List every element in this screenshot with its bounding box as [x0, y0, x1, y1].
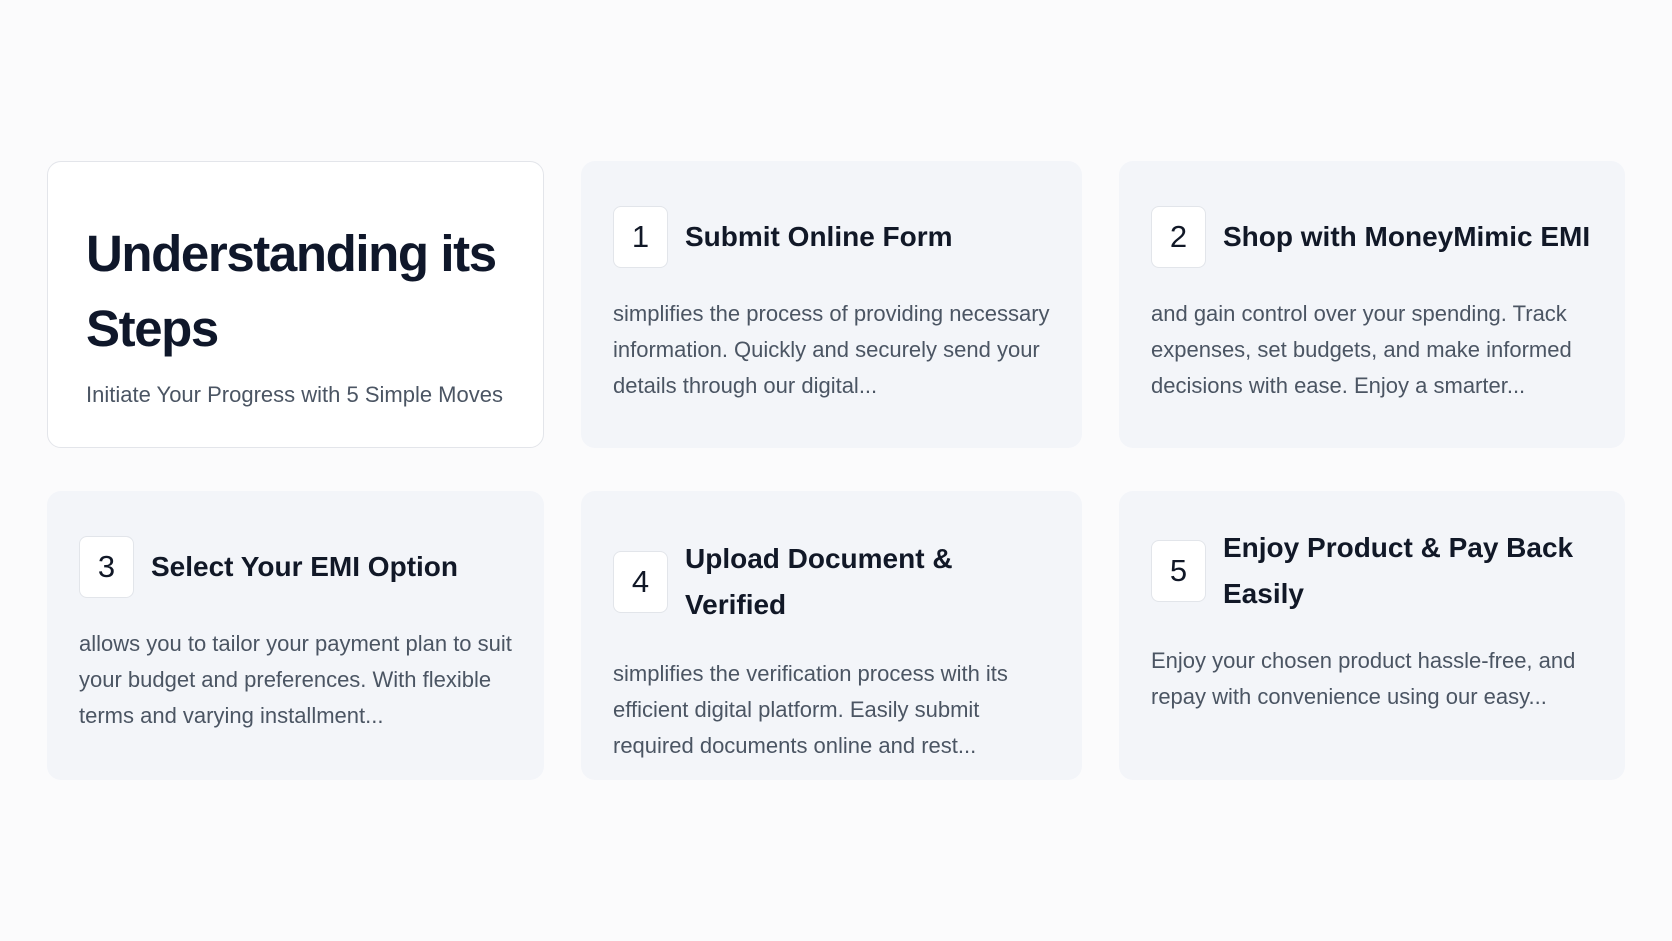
step-card-2: 2 Shop with MoneyMimic EMI and gain cont… — [1119, 161, 1625, 448]
step-number-badge: 3 — [79, 536, 134, 598]
step-card-5: 5 Enjoy Product & Pay Back Easily Enjoy … — [1119, 491, 1625, 780]
step-title: Enjoy Product & Pay Back Easily — [1223, 532, 1574, 609]
step-title: Shop with MoneyMimic EMI — [1223, 221, 1591, 252]
step-card-4: 4 Upload Document & Verified simplifies … — [581, 491, 1082, 780]
step-card-1: 1 Submit Online Form simplifies the proc… — [581, 161, 1082, 448]
step-title: Submit Online Form — [685, 221, 953, 252]
step-header: 3 Select Your EMI Option — [79, 536, 512, 598]
step-number-badge: 1 — [613, 206, 668, 268]
step-description: allows you to tailor your payment plan t… — [79, 631, 512, 728]
step-number-badge: 2 — [1151, 206, 1206, 268]
step-title: Select Your EMI Option — [151, 551, 459, 582]
section-subtitle: Initiate Your Progress with 5 Simple Mov… — [86, 382, 503, 407]
step-description: Enjoy your chosen product hassle-free, a… — [1151, 648, 1576, 709]
step-header: 1 Submit Online Form — [613, 206, 1050, 268]
step-card-3: 3 Select Your EMI Option allows you to t… — [47, 491, 544, 780]
step-title: Upload Document & Verified — [685, 543, 953, 620]
step-number-badge: 4 — [613, 551, 668, 613]
intro-card: Understanding its Steps Initiate Your Pr… — [47, 161, 544, 448]
step-header: 4 Upload Document & Verified — [613, 536, 1050, 628]
step-description: simplifies the verification process with… — [613, 661, 1008, 758]
section-title: Understanding its Steps — [86, 225, 497, 357]
steps-grid: Understanding its Steps Initiate Your Pr… — [47, 161, 1625, 780]
step-header: 2 Shop with MoneyMimic EMI — [1151, 206, 1593, 268]
step-header: 5 Enjoy Product & Pay Back Easily — [1151, 525, 1593, 617]
step-number-badge: 5 — [1151, 540, 1206, 602]
step-description: and gain control over your spending. Tra… — [1151, 301, 1572, 398]
step-description: simplifies the process of providing nece… — [613, 301, 1050, 398]
